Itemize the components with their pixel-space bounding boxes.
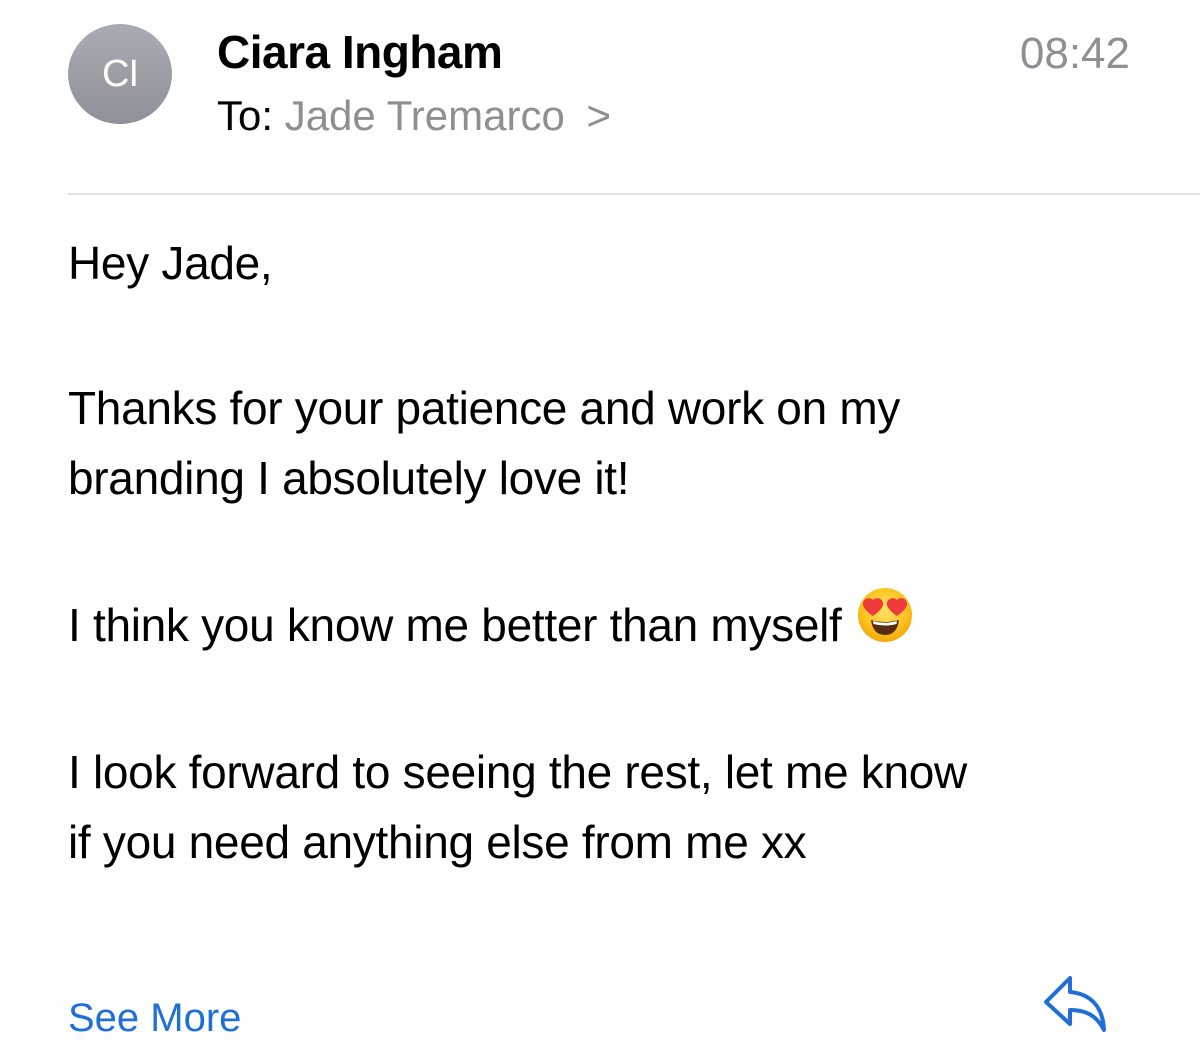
header-divider xyxy=(68,193,1200,195)
paragraph-line: Thanks for your patience and work on my xyxy=(68,382,901,434)
to-label: To: xyxy=(217,92,274,139)
paragraph-line: I look forward to seeing the rest, let m… xyxy=(68,746,967,798)
paragraph-line: branding I absolutely love it! xyxy=(68,452,630,504)
paragraph-line: if you need anything else from me xx xyxy=(68,816,807,868)
heart-eyes-emoji-icon xyxy=(856,586,914,663)
message-paragraph-thanks: Thanks for your patience and work on my … xyxy=(68,373,1148,513)
greeting-text: Hey Jade, xyxy=(68,237,273,289)
paragraph-line: I think you know me better than myself xyxy=(68,588,1148,663)
see-more-link[interactable]: See More xyxy=(68,992,241,1044)
recipient-name[interactable]: Jade Tremarco xyxy=(285,92,565,139)
message-greeting: Hey Jade, xyxy=(68,228,1148,298)
message-paragraph-closing: I look forward to seeing the rest, let m… xyxy=(68,737,1148,877)
avatar-initials: CI xyxy=(102,52,139,95)
message-time: 08:42 xyxy=(1019,29,1130,78)
chevron-right-icon[interactable]: > xyxy=(587,92,612,139)
reply-icon[interactable] xyxy=(1040,972,1112,1036)
sender-name[interactable]: Ciara Ingham xyxy=(217,22,503,82)
avatar[interactable]: CI xyxy=(68,24,172,124)
recipient-line[interactable]: To: Jade Tremarco > xyxy=(217,88,611,144)
paragraph-text: I think you know me better than myself xyxy=(68,599,842,651)
message-paragraph-know-me: I think you know me better than myself xyxy=(68,588,1148,663)
